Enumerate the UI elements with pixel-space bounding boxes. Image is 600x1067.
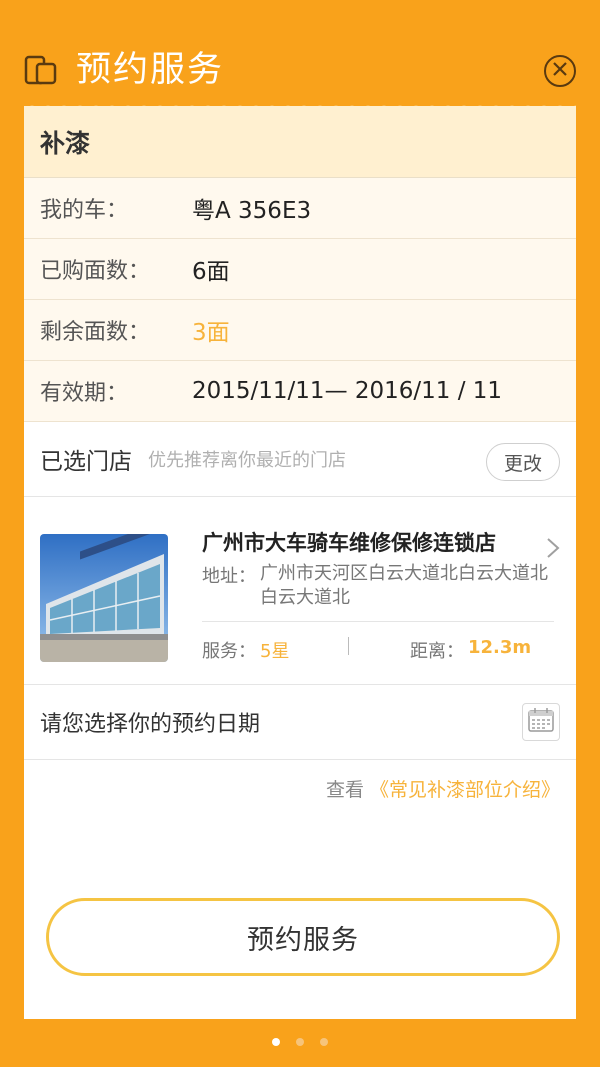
- booking-screen: 预约服务 补漆 我的车： 粤A 356E3 已购面数： 6面 剩余面数： 3面: [0, 0, 600, 1067]
- distance-value: 12.3m: [468, 637, 532, 658]
- info-value: 2015/11/11— 2016/11 / 11: [192, 378, 503, 404]
- scalloped-edge: [24, 98, 576, 114]
- calendar-icon: [528, 708, 554, 736]
- paint-guide-row: 查看 《常见补漆部位介绍》: [24, 760, 576, 816]
- divider: [348, 637, 349, 655]
- selected-store-header: 已选门店 优先推荐离你最近的门店 更改: [24, 422, 576, 497]
- info-row-purchased: 已购面数： 6面: [24, 239, 576, 300]
- distance-label: 距离：: [410, 641, 464, 662]
- store-card[interactable]: 广州市大车骑车维修保修连锁店 地址： 广州市天河区白云大道北白云大道北白云大道北…: [24, 497, 576, 685]
- info-row-validity: 有效期： 2015/11/11— 2016/11 / 11: [24, 361, 576, 422]
- info-label: 剩余面数：: [40, 320, 151, 345]
- info-label: 已购面数：: [40, 259, 151, 284]
- info-value: 3面: [192, 320, 230, 346]
- cards-icon: [24, 54, 58, 86]
- address-label: 地址：: [202, 566, 256, 587]
- page-indicator: [0, 1038, 600, 1046]
- store-name: 广州市大车骑车维修保修连锁店: [202, 531, 496, 555]
- store-address: 广州市天河区白云大道北白云大道北白云大道北: [260, 563, 548, 608]
- booking-card: 补漆 我的车： 粤A 356E3 已购面数： 6面 剩余面数： 3面 有效期： …: [24, 98, 576, 1019]
- date-picker-label: 请您选择你的预约日期: [40, 712, 261, 737]
- guide-prefix: 查看: [325, 778, 364, 801]
- page-title: 预约服务: [76, 50, 225, 90]
- calendar-button[interactable]: [522, 703, 560, 741]
- service-title: 补漆: [24, 106, 576, 178]
- close-icon: [552, 61, 568, 81]
- info-row-car: 我的车： 粤A 356E3: [24, 178, 576, 239]
- book-service-button[interactable]: 预约服务: [46, 898, 560, 976]
- info-row-remaining: 剩余面数： 3面: [24, 300, 576, 361]
- date-picker-row[interactable]: 请您选择你的预约日期: [24, 685, 576, 760]
- divider: [202, 621, 554, 622]
- store-section-title: 已选门店: [40, 449, 132, 475]
- change-store-button[interactable]: 更改: [486, 443, 560, 481]
- page-dot[interactable]: [272, 1038, 280, 1046]
- page-dot[interactable]: [296, 1038, 304, 1046]
- info-label: 有效期：: [40, 381, 129, 406]
- service-rating-value: 5星: [260, 641, 290, 662]
- paint-guide-link[interactable]: 《常见补漆部位介绍》: [370, 775, 560, 802]
- header: 预约服务: [0, 0, 600, 106]
- store-section-subtitle: 优先推荐离你最近的门店: [148, 450, 346, 471]
- close-button[interactable]: [544, 55, 576, 87]
- page-dot[interactable]: [320, 1038, 328, 1046]
- service-rating-label: 服务：: [202, 641, 256, 662]
- chevron-right-icon[interactable]: [546, 537, 560, 559]
- info-label: 我的车：: [40, 198, 129, 223]
- info-value: 粤A 356E3: [192, 198, 312, 224]
- info-value: 6面: [192, 259, 230, 285]
- store-photo: [40, 534, 168, 662]
